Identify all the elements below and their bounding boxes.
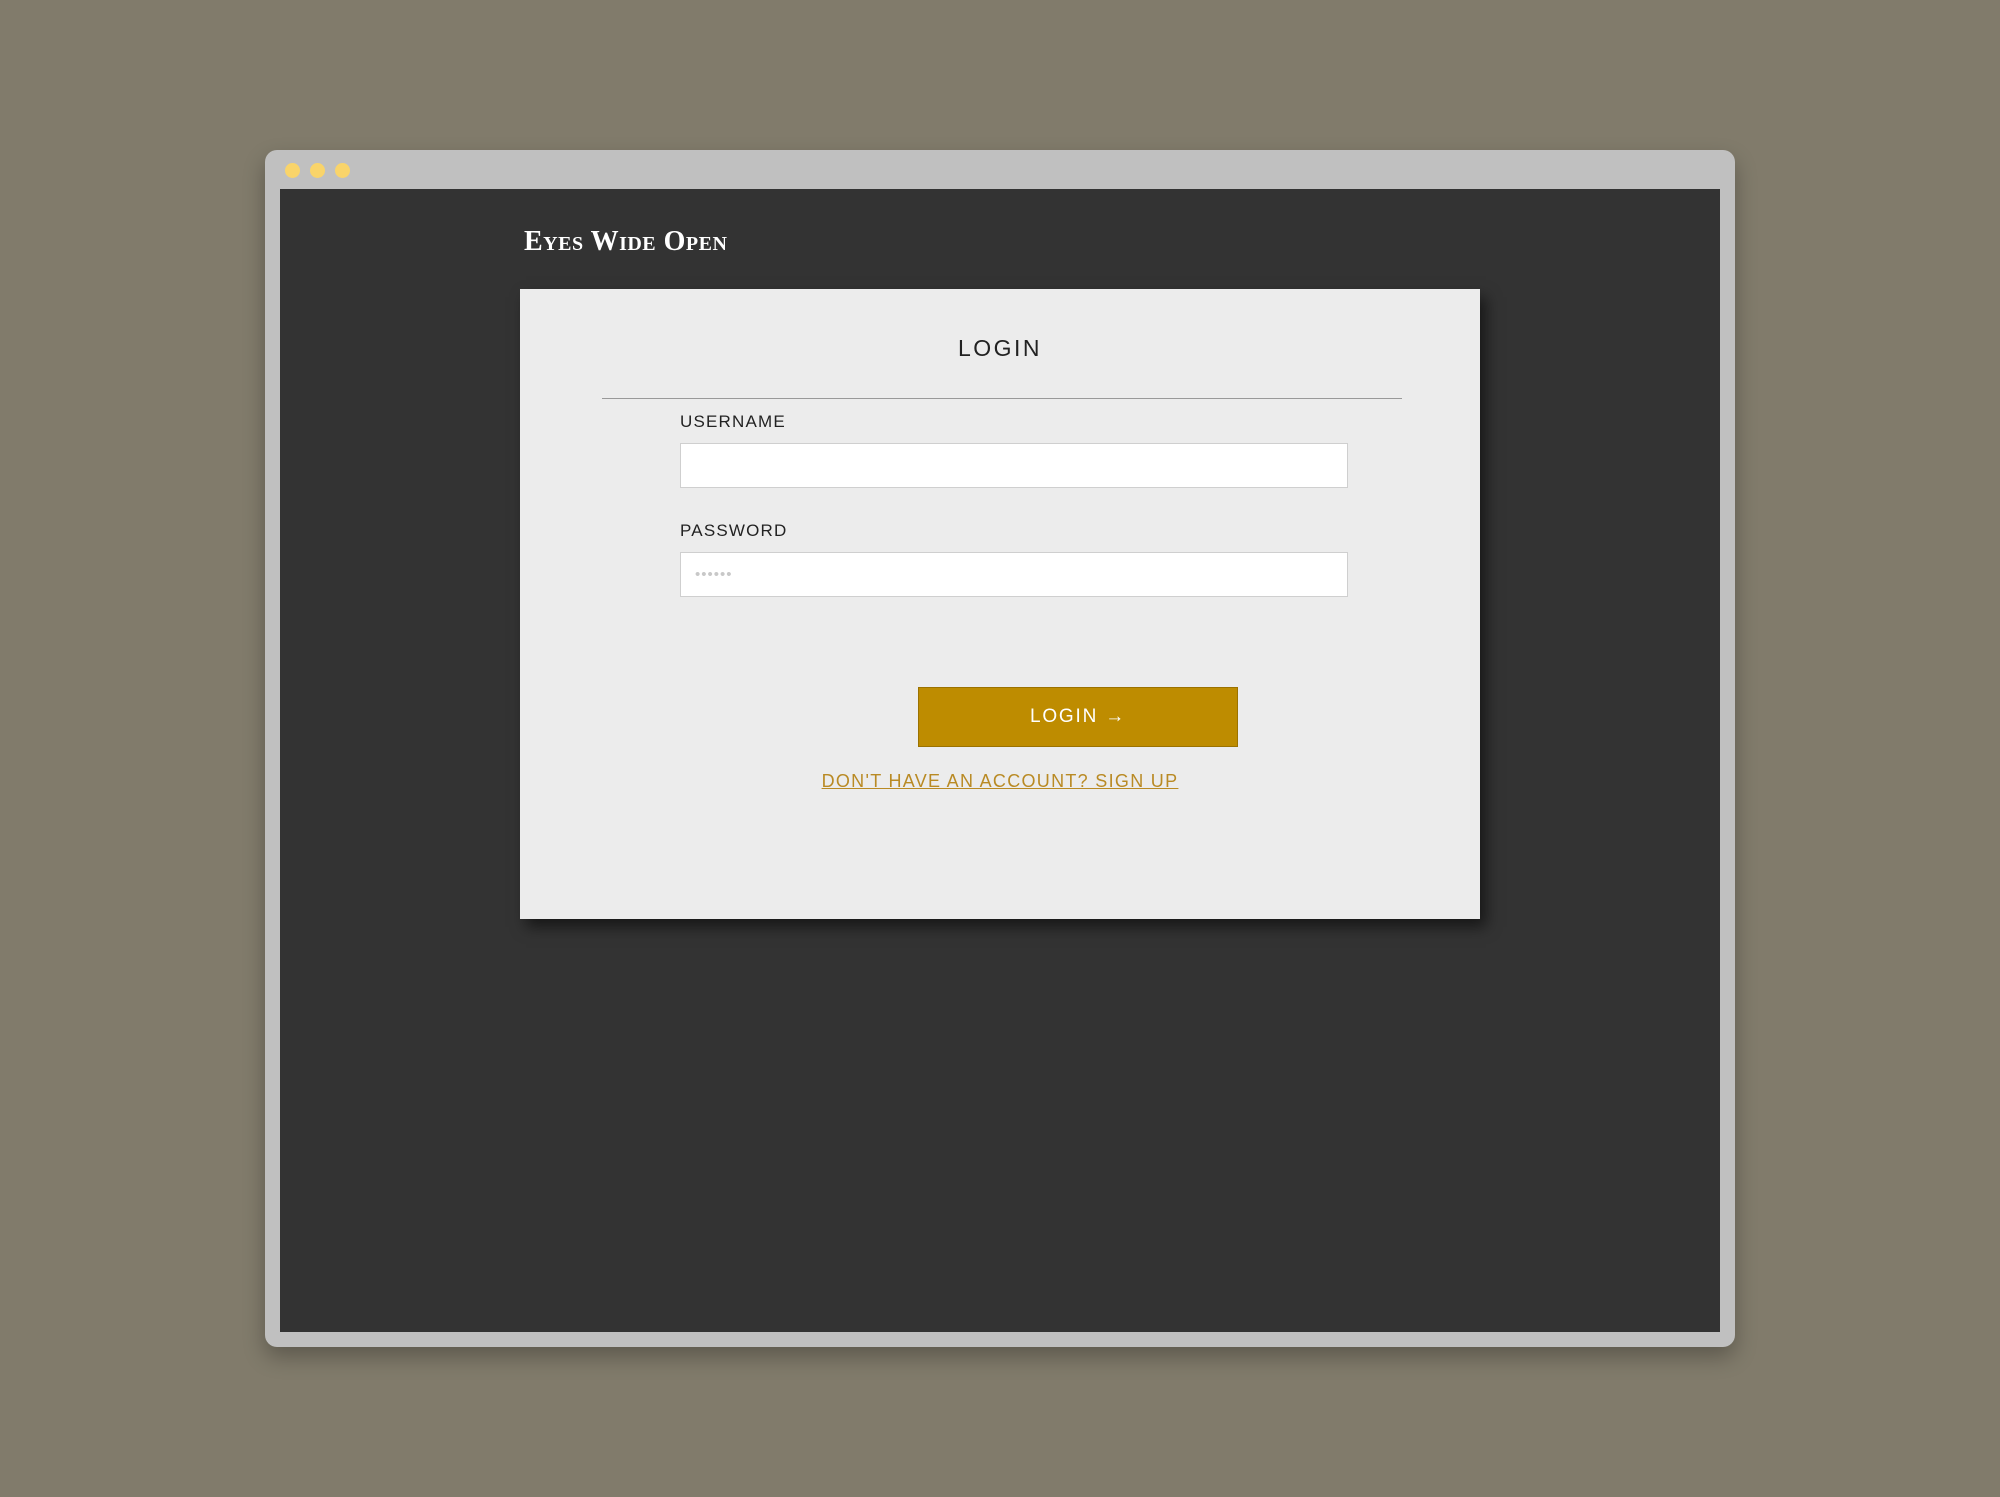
signup-link[interactable]: DON'T HAVE AN ACCOUNT? SIGN UP bbox=[822, 771, 1179, 791]
page-viewport: Eyes Wide Open LOGIN USERNAME PASSWORD L… bbox=[280, 189, 1720, 1332]
login-button[interactable]: LOGIN → bbox=[918, 687, 1238, 747]
password-label: PASSWORD bbox=[680, 521, 788, 540]
window-controls bbox=[285, 163, 350, 178]
login-title: LOGIN bbox=[957, 335, 1043, 361]
signup-link-wrap: DON'T HAVE AN ACCOUNT? SIGN UP bbox=[520, 771, 1480, 792]
password-input[interactable] bbox=[680, 552, 1348, 597]
close-window-dot[interactable] bbox=[285, 163, 300, 178]
username-input[interactable] bbox=[680, 443, 1348, 488]
title-divider bbox=[602, 398, 1402, 399]
site-brand[interactable]: Eyes Wide Open bbox=[524, 226, 727, 258]
login-card: LOGIN USERNAME PASSWORD LOGIN → DON'T HA… bbox=[520, 289, 1480, 919]
minimize-window-dot[interactable] bbox=[310, 163, 325, 178]
username-label: USERNAME bbox=[680, 412, 786, 431]
maximize-window-dot[interactable] bbox=[335, 163, 350, 178]
browser-window: Eyes Wide Open LOGIN USERNAME PASSWORD L… bbox=[265, 150, 1735, 1347]
